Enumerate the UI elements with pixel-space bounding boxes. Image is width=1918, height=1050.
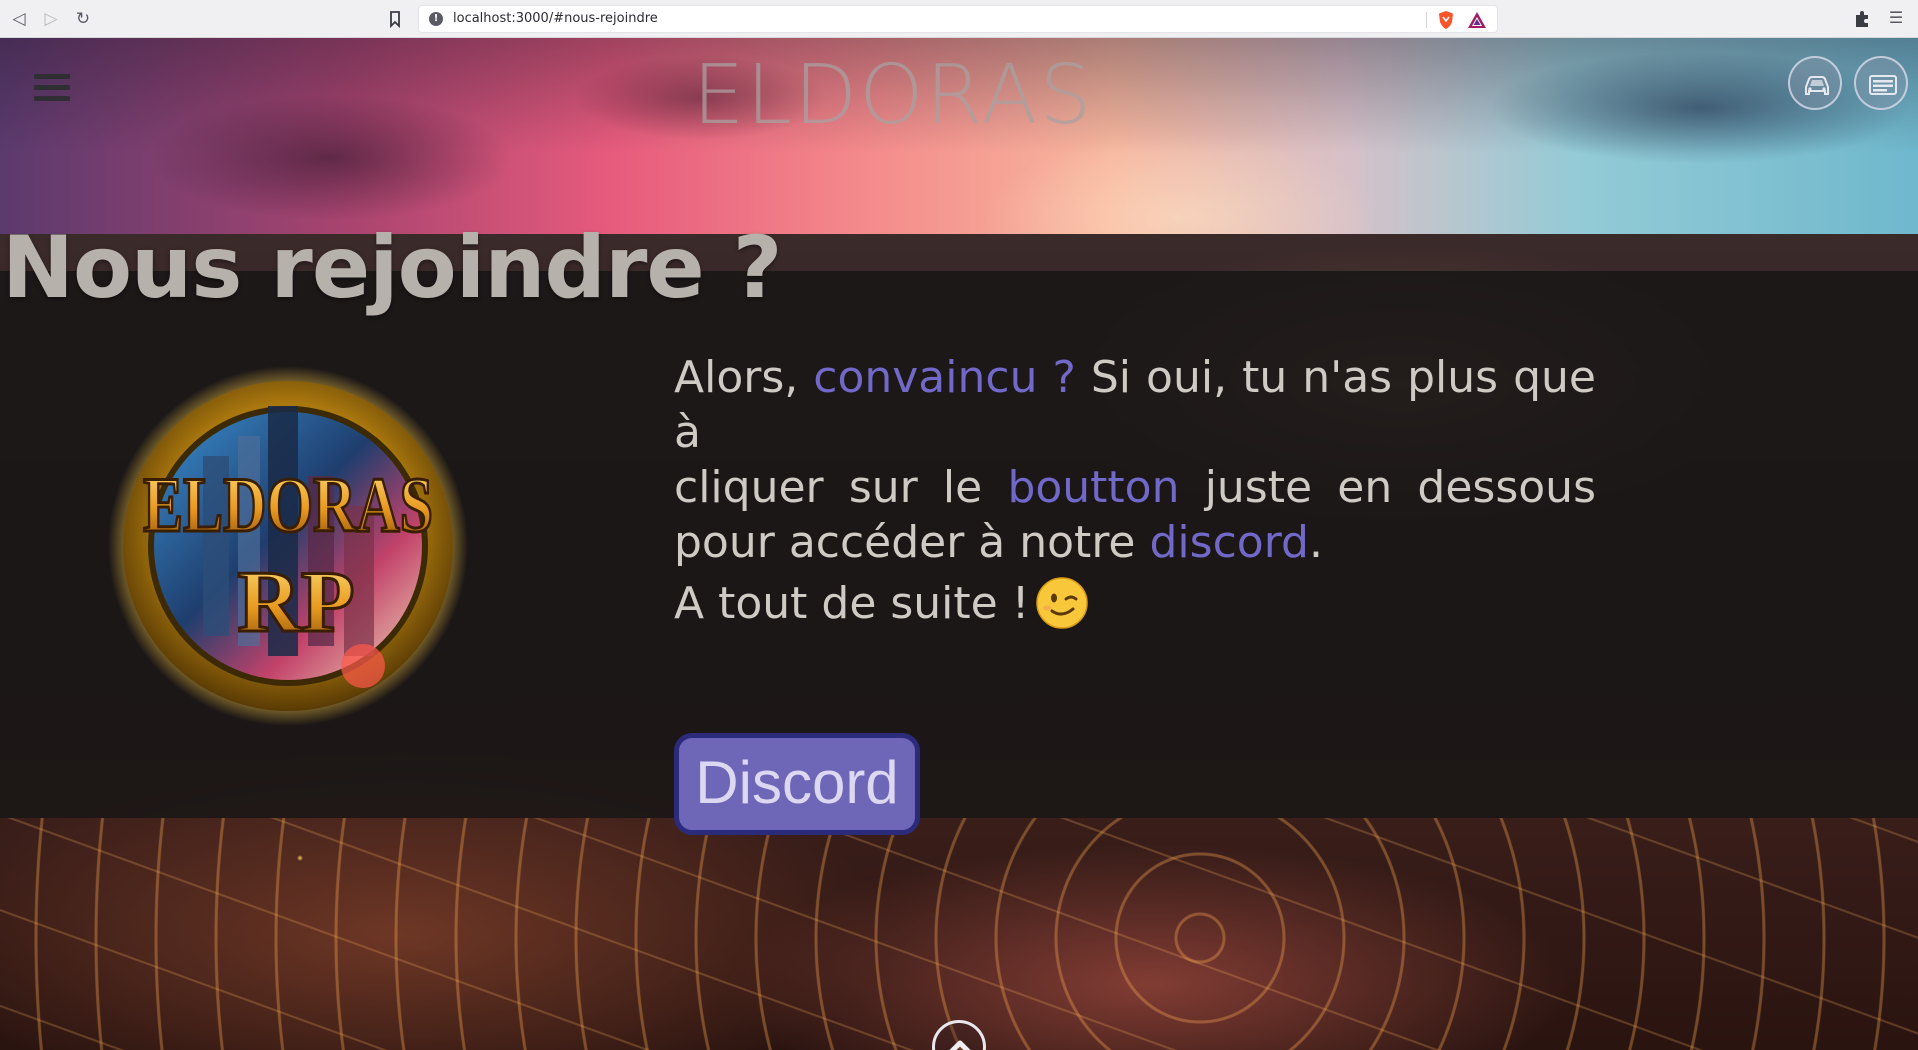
back-icon[interactable]: ◁ [8, 8, 30, 30]
logo-text-eldoras: ELDORAS [143, 461, 433, 548]
join-intro-text: Alors, convaincu ? Si oui, tu n'as plus … [674, 350, 1596, 570]
eldoras-rp-logo: ELDORAS RP [108, 366, 468, 726]
car-button[interactable] [1788, 56, 1842, 110]
highlight-boutton: boutton [1007, 462, 1180, 513]
page-viewport: ELDORAS Nous rejoindre ? ELDORAS RP Alor… [0, 38, 1918, 1050]
id-card-button[interactable] [1854, 56, 1908, 110]
extensions-icon[interactable] [1852, 9, 1872, 29]
chevron-up-icon [949, 1040, 971, 1050]
winking-face-emoji-icon [1036, 577, 1089, 629]
url-text: localhost:3000/#nous-rejoindre [453, 11, 658, 26]
site-brand: ELDORAS [692, 48, 1094, 143]
bookmark-icon[interactable] [384, 9, 406, 29]
id-card-icon [1869, 75, 1897, 95]
forward-icon[interactable]: ▷ [40, 8, 62, 30]
brave-rewards-icon[interactable] [1467, 11, 1487, 29]
brave-shield-icon[interactable] [1437, 10, 1455, 30]
intro-text: Alors, [674, 352, 814, 403]
highlight-discord: discord [1149, 517, 1309, 568]
address-bar[interactable]: ! localhost:3000/#nous-rejoindre [418, 5, 1498, 33]
city-lights-background [0, 818, 1918, 1050]
intro-text: cliquer sur le [674, 462, 1008, 513]
intro-text: pour accéder à notre [674, 517, 1150, 568]
browser-toolbar: ◁ ▷ ↻ ! localhost:3000/#nous-rejoindre ☰ [0, 0, 1918, 38]
section-title: Nous rejoindre ? [2, 218, 783, 318]
intro-text: . [1308, 517, 1323, 568]
browser-menu-icon[interactable]: ☰ [1886, 8, 1906, 28]
outro-text: A tout de suite ! [674, 576, 1089, 631]
car-icon [1805, 76, 1829, 95]
discord-button[interactable]: Discord [674, 733, 920, 835]
outro-label: A tout de suite ! [674, 578, 1030, 629]
intro-line-1: Alors, convaincu ? Si oui, tu n'as plus … [674, 350, 1596, 460]
logo-text-rp: RP [237, 554, 354, 651]
highlight-convaincu: convaincu ? [813, 352, 1076, 403]
intro-text: juste en dessous [1179, 462, 1596, 513]
intro-line-2: cliquer sur le boutton juste en dessous [674, 460, 1596, 515]
divider [1426, 12, 1427, 28]
intro-line-3: pour accéder à notre discord. [674, 515, 1596, 570]
site-info-icon[interactable]: ! [429, 12, 443, 26]
reload-icon[interactable]: ↻ [72, 8, 94, 30]
